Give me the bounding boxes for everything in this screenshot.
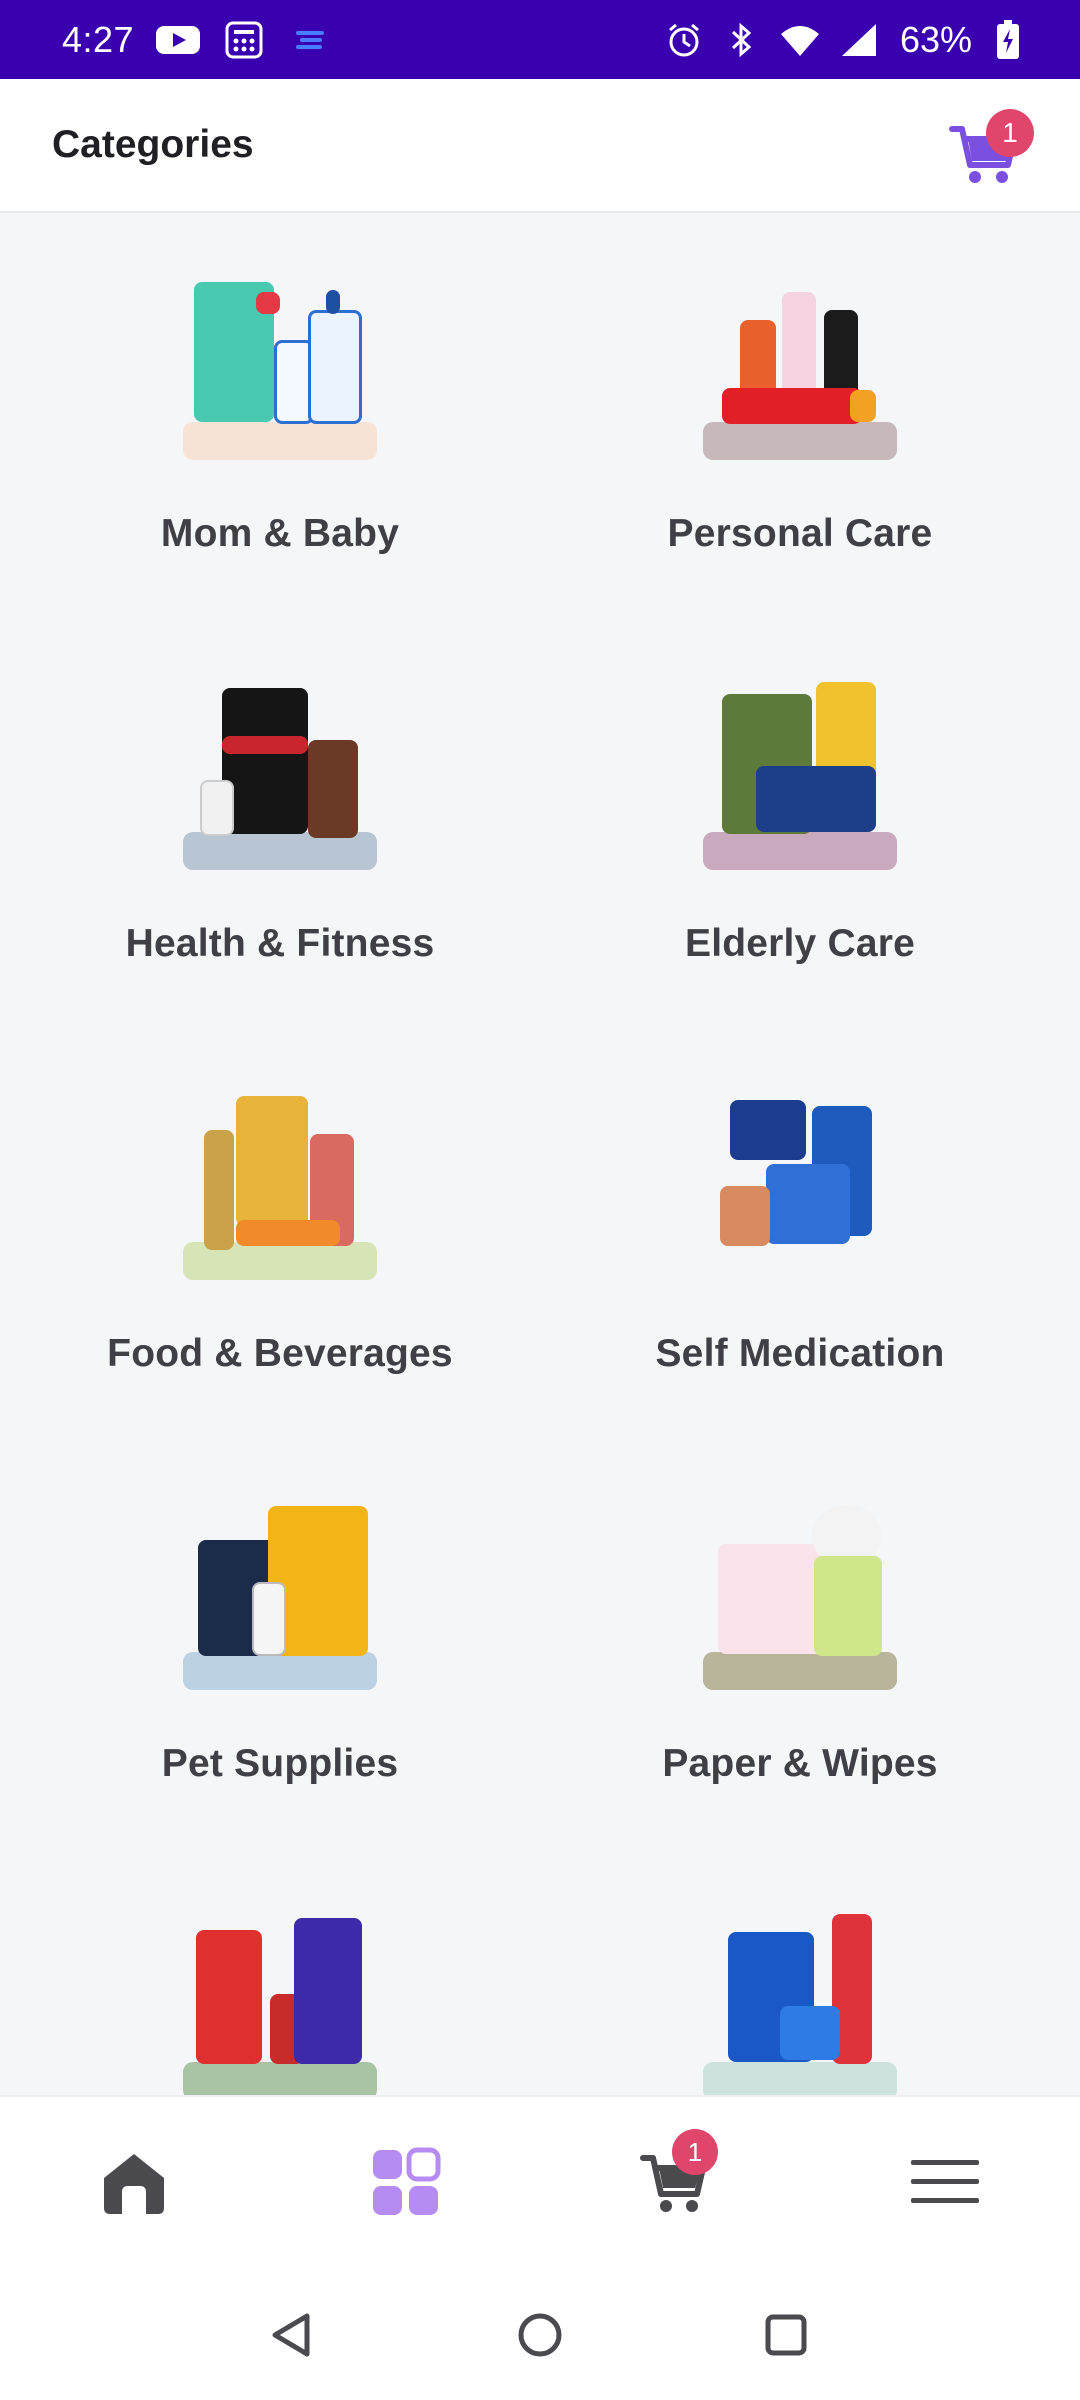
mom-baby-products-image xyxy=(180,270,380,460)
category-mom-baby[interactable]: Mom & Baby xyxy=(10,215,550,625)
category-label: Pet Supplies xyxy=(161,1742,399,1785)
cart-count-badge: 1 xyxy=(672,2129,718,2175)
bluetooth-icon xyxy=(720,18,764,62)
status-bar: 4:27 63% xyxy=(0,0,1080,79)
sexual-wellness-products-image xyxy=(700,1910,900,2095)
paper-wipes-products-image xyxy=(700,1500,900,1690)
system-navigation-bar xyxy=(0,2275,1080,2400)
self-medication-products-image xyxy=(700,1090,900,1280)
categories-grid-icon xyxy=(373,2147,441,2215)
recents-button[interactable] xyxy=(756,2305,816,2365)
category-grid: Mom & Baby Personal Care Health & Fitnes… xyxy=(0,215,1080,2095)
header-cart-button[interactable]: 1 xyxy=(948,109,1034,189)
elderly-care-products-image xyxy=(700,680,900,870)
food-beverages-products-image xyxy=(180,1090,380,1280)
back-icon xyxy=(272,2313,310,2357)
household-care-products-image xyxy=(180,1910,380,2095)
category-food-beverages[interactable]: Food & Beverages xyxy=(10,1035,550,1445)
calculator-icon xyxy=(222,18,266,62)
square-recents-icon xyxy=(765,2314,807,2356)
alarm-icon xyxy=(662,18,706,62)
category-label: Mom & Baby xyxy=(160,512,400,555)
back-button[interactable] xyxy=(262,2305,322,2365)
menu-icon xyxy=(911,2160,979,2203)
home-icon xyxy=(104,2154,164,2214)
app-header: Categories 1 xyxy=(0,79,1080,213)
wifi-icon xyxy=(778,18,822,62)
health-fitness-products-image xyxy=(180,680,380,870)
page-title: Categories xyxy=(52,123,254,166)
nav-categories-button[interactable] xyxy=(360,2137,450,2227)
category-label: Personal Care xyxy=(667,512,933,555)
category-pet-supplies[interactable]: Pet Supplies xyxy=(10,1445,550,1855)
category-personal-care[interactable]: Personal Care xyxy=(530,215,1070,625)
home-system-button[interactable] xyxy=(510,2305,570,2365)
category-sexual-wellness[interactable] xyxy=(530,1855,1070,2095)
bottom-navigation: 1 xyxy=(0,2095,1080,2275)
youtube-icon xyxy=(156,18,201,62)
category-elderly-care[interactable]: Elderly Care xyxy=(530,625,1070,1035)
category-label: Self Medication xyxy=(655,1332,945,1375)
nav-menu-button[interactable] xyxy=(900,2137,990,2227)
category-label: Food & Beverages xyxy=(107,1332,453,1375)
category-health-fitness[interactable]: Health & Fitness xyxy=(10,625,550,1035)
nav-home-button[interactable] xyxy=(89,2137,179,2227)
category-paper-wipes[interactable]: Paper & Wipes xyxy=(530,1445,1070,1855)
nav-cart-button[interactable]: 1 xyxy=(630,2129,720,2227)
category-self-medication[interactable]: Self Medication xyxy=(530,1035,1070,1445)
signal-icon xyxy=(836,18,880,62)
battery-charging-icon xyxy=(986,18,1030,62)
battery-percent: 63% xyxy=(899,18,972,60)
notification-lines-icon xyxy=(288,18,332,62)
cart-count-badge: 1 xyxy=(986,109,1034,157)
category-label: Paper & Wipes xyxy=(662,1742,938,1785)
category-label: Elderly Care xyxy=(684,922,916,965)
status-time: 4:27 xyxy=(62,18,135,60)
circle-home-icon xyxy=(518,2313,562,2357)
category-label: Health & Fitness xyxy=(125,922,435,965)
pet-supplies-products-image xyxy=(180,1500,380,1690)
category-household-care[interactable] xyxy=(10,1855,550,2095)
personal-care-products-image xyxy=(700,270,900,460)
